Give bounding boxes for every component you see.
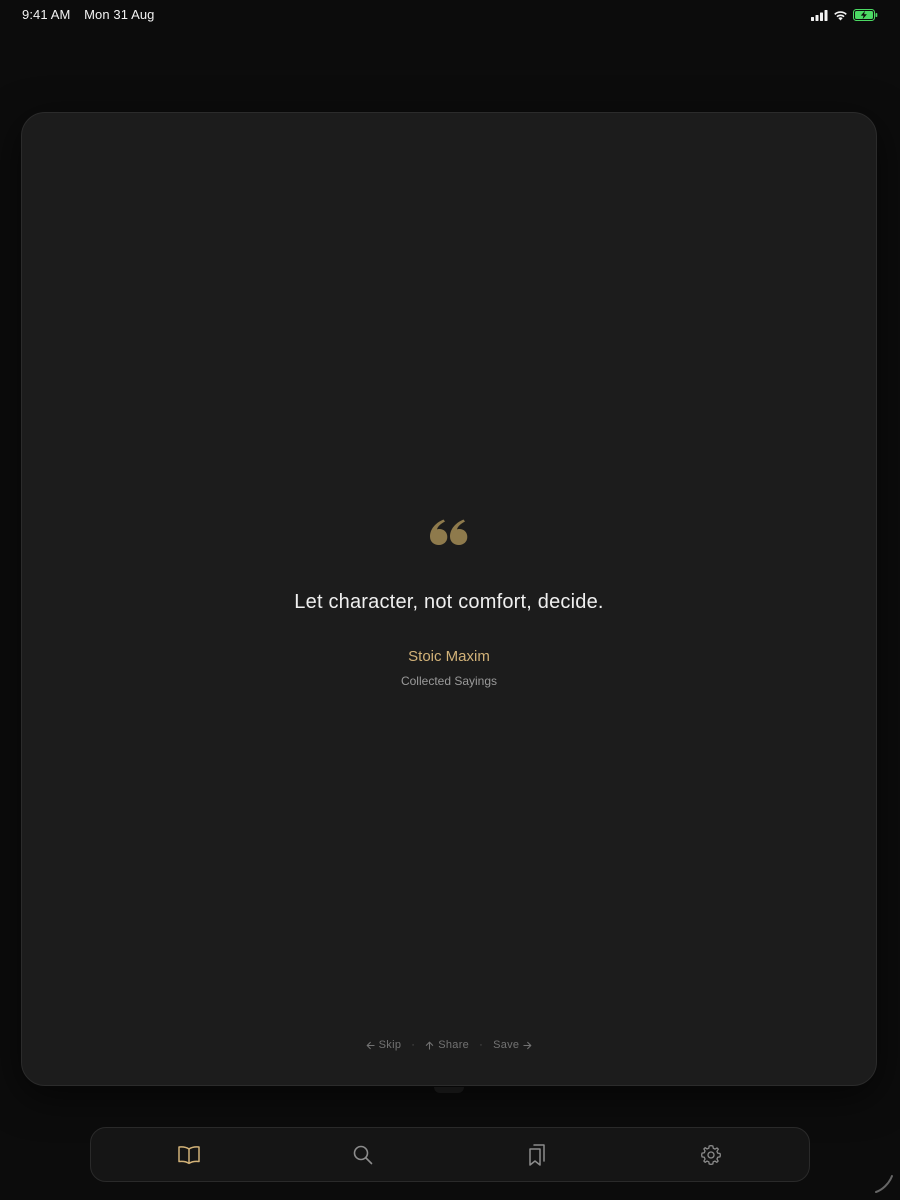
quote-text: Let character, not comfort, decide. — [294, 591, 604, 613]
card-handle — [434, 1087, 464, 1093]
skip-button[interactable]: Skip — [366, 1039, 402, 1051]
resize-corner-icon — [875, 1175, 893, 1193]
status-time: 9:41 AM — [22, 7, 71, 22]
bookmarks-icon — [529, 1143, 545, 1166]
signal-icon — [811, 9, 828, 21]
tab-search[interactable] — [333, 1128, 393, 1181]
separator-dot: · — [411, 1039, 416, 1051]
battery-charging-icon — [853, 9, 878, 21]
quote-author: Stoic Maxim — [408, 648, 490, 665]
search-icon — [353, 1145, 373, 1164]
arrow-right-icon — [523, 1041, 532, 1049]
quote-block: Let character, not comfort, decide. Stoi… — [22, 517, 876, 688]
tab-read[interactable] — [159, 1128, 219, 1181]
card-actions: Skip · Share · Save — [22, 1039, 876, 1051]
arrow-left-icon — [366, 1041, 375, 1049]
share-label: Share — [438, 1039, 470, 1051]
status-right — [811, 8, 878, 22]
share-button[interactable]: Share — [425, 1039, 469, 1051]
tab-saved[interactable] — [507, 1128, 567, 1181]
quote-source: Collected Sayings — [400, 674, 498, 688]
status-left: 9:41 AM Mon 31 Aug — [22, 7, 155, 22]
quote-mark-icon — [430, 519, 468, 545]
gear-icon — [701, 1144, 721, 1165]
wifi-icon — [834, 10, 847, 20]
status-date: Mon 31 Aug — [84, 7, 155, 22]
quote-card[interactable]: Let character, not comfort, decide. Stoi… — [21, 112, 877, 1093]
tab-settings[interactable] — [681, 1128, 741, 1181]
save-label: Save — [493, 1039, 520, 1051]
tab-bar — [90, 1127, 810, 1182]
status-bar: 9:41 AM Mon 31 Aug — [0, 0, 900, 30]
arrow-up-icon — [426, 1041, 434, 1050]
separator-dot: · — [479, 1039, 484, 1051]
save-button[interactable]: Save — [493, 1039, 532, 1051]
book-icon — [178, 1145, 200, 1164]
skip-label: Skip — [378, 1039, 402, 1051]
